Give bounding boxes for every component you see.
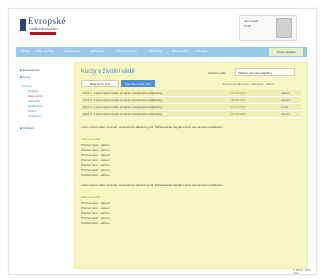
nav-item-vyberova-rizeni[interactable]: Výběrová řízení [116, 49, 137, 53]
sidebar-item-moje-kurzy[interactable]: Moje kurzy [28, 94, 43, 98]
row-status: Aktivní [281, 98, 291, 102]
new-tender-button[interactable]: Nová zakázka [269, 48, 303, 56]
row-status: Čeká [281, 105, 289, 109]
row-text: Kurz 1 · Lorem ipsum dolor sit amet, con… [83, 91, 162, 95]
row-text: Kurz 2 · Lorem ipsum dolor sit amet, con… [83, 98, 162, 102]
row-date: 01.02.2013 [231, 91, 247, 95]
list-item: Přehled lekcí · aktivní [81, 201, 110, 205]
logo-subtitle: VEŘEJNÉ ZAKÁZKY [30, 27, 59, 31]
footer-text: © 2013 · EVZ [292, 268, 311, 272]
sidebar-item-archiv[interactable]: Archiv [28, 109, 36, 113]
main-nav: Úvod Moje zakázky Dodavatelé Zadavatelé … [16, 47, 307, 57]
page-title: Kurzy v životní vědě [81, 69, 135, 75]
row-text: Kurz 4 · Lorem ipsum dolor sit amet, con… [83, 112, 162, 116]
row-date: 20.02.2013 [231, 112, 247, 116]
section-meta[interactable]: Zobrazit detail [81, 195, 100, 199]
site-logo[interactable]: Evropské VEŘEJNÉ ZAKÁZKY [20, 16, 80, 40]
section-description: Lorem ipsum dolor sit amet, consectetur … [81, 183, 224, 187]
list-item: Přehled lekcí · aktivní [81, 158, 110, 162]
sidebar-logout-label: Odhlásit [22, 126, 34, 130]
list-item: Přehled lekcí · aktivní [81, 168, 110, 172]
table-row[interactable]: Kurz 4 · Lorem ipsum dolor sit amet, con… [81, 111, 301, 118]
sidebar-subgroup-kurzy[interactable]: ▾ Kurzy [22, 84, 32, 88]
user-role[interactable]: Profil [244, 24, 251, 28]
list-item: Přehled lekcí · aktivní [81, 153, 110, 157]
row-status: Aktivní [281, 91, 291, 95]
nav-item-kontakty[interactable]: Kontakty [196, 49, 208, 53]
section-meta[interactable]: Zobrazit detail [81, 137, 100, 141]
sort-select[interactable]: Zadáno (od nejnovějšího) [235, 68, 295, 76]
avatar[interactable] [276, 18, 292, 38]
sidebar-item-prehled[interactable]: Přehled [28, 89, 38, 93]
row-date: 05.02.2013 [231, 98, 247, 102]
sidebar-group-label: Kurzy [22, 75, 31, 79]
row-status: Aktivní [281, 112, 291, 116]
nav-item-moje-zakazky[interactable]: Moje zakázky [36, 49, 54, 53]
tab-my-courses[interactable]: Moje kurzy (12) [81, 80, 119, 87]
sidebar-group-label: Administrace [22, 68, 40, 72]
sidebar-group-administrace[interactable]: ■ Administrace [20, 68, 40, 72]
user-name: Jan Novák [244, 19, 259, 23]
sidebar-item-kalendar[interactable]: Kalendář [28, 99, 40, 103]
table-row[interactable]: Kurz 2 · Lorem ipsum dolor sit amet, con… [81, 97, 301, 104]
nav-item-dokumenty[interactable]: Dokumenty [172, 49, 187, 53]
page-header: Evropské VEŘEJNÉ ZAKÁZKY Jan Novák Profi… [16, 14, 307, 44]
sidebar-group-kurzy[interactable]: ■ Kurzy [20, 75, 30, 79]
section-description: Lorem ipsum dolor sit amet, consectetur … [81, 125, 224, 129]
row-text: Kurz 3 · Lorem ipsum dolor sit amet, con… [83, 105, 162, 109]
nav-item-prihlasky[interactable]: Přihlášky [150, 49, 162, 53]
list-item: Přehled lekcí · aktivní [81, 163, 110, 167]
sort-label: Seřadit podle: [208, 71, 227, 75]
list-item: Přehled lekcí · aktivní [81, 173, 110, 177]
eu-flag-icon [20, 19, 26, 31]
nav-item-zadavatele[interactable]: Zadavatelé [90, 49, 105, 53]
table-row[interactable]: Kurz 3 · Lorem ipsum dolor sit amet, con… [81, 104, 301, 111]
sidebar-group-label: Kurzy [24, 84, 33, 88]
logo-word: Evropské [28, 16, 66, 26]
list-item: Přehled lekcí · aktivní [81, 148, 110, 152]
sidebar-item-logout[interactable]: ■ Odhlásit [20, 126, 34, 130]
sidebar-item-nastaveni[interactable]: Nastavení [28, 114, 42, 118]
list-item: Přehled lekcí · aktivní [81, 211, 110, 215]
tab-all-courses[interactable]: Všechny kurzy (24) [121, 80, 155, 87]
sidebar-item-hodnoceni[interactable]: Hodnocení [28, 104, 43, 108]
sidebar: ■ Administrace ■ Kurzy ▾ Kurzy Přehled M… [20, 64, 72, 264]
list-item: Přehled lekcí · aktivní [81, 206, 110, 210]
logo-red-bar [30, 32, 56, 35]
nav-item-uvod[interactable]: Úvod [22, 49, 29, 53]
list-item: Přehled lekcí · aktivní [81, 216, 110, 220]
list-item: Přehled lekcí · aktivní [81, 221, 110, 225]
table-row[interactable]: Kurz 1 · Lorem ipsum dolor sit amet, con… [81, 90, 301, 97]
list-item: Přehled lekcí · aktivní [81, 143, 110, 147]
row-date: 12.02.2013 [231, 105, 247, 109]
main-content: Kurzy v životní vědě Seřadit podle: Zadá… [74, 62, 308, 275]
filter-links[interactable]: Filtrovat podle data · kategorie · stavu [223, 82, 273, 86]
nav-item-dodavatele[interactable]: Dodavatelé [64, 49, 79, 53]
user-box[interactable]: Jan Novák Profil [239, 15, 297, 41]
